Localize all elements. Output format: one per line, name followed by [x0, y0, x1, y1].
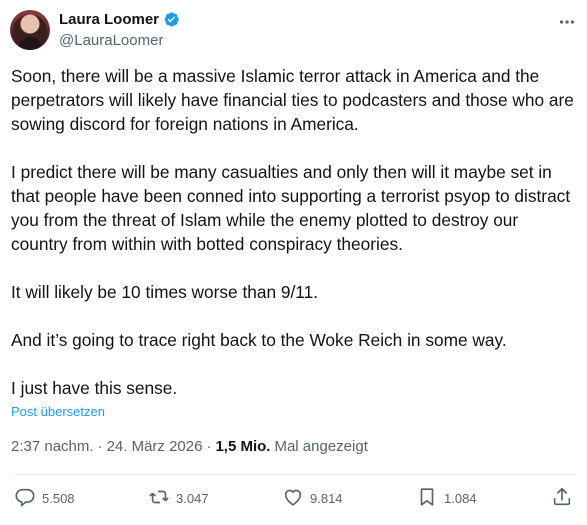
repost-count: 3.047 — [176, 491, 209, 506]
reply-button[interactable]: 5.508 — [14, 486, 75, 511]
tweet-header: Laura Loomer @LauraLoomer — [10, 10, 577, 52]
bookmark-button[interactable]: 1.084 — [416, 486, 477, 511]
repost-icon — [148, 486, 170, 511]
tweet-paragraph: I predict there will be many casualties … — [11, 162, 571, 254]
meta-separator: · — [97, 438, 103, 455]
tweet-paragraph: Soon, there will be a massive Islamic te… — [11, 66, 574, 134]
more-icon[interactable] — [557, 12, 577, 32]
like-icon — [282, 486, 304, 511]
meta-separator: · — [206, 438, 212, 455]
tweet-paragraph: And it’s going to trace right back to th… — [11, 330, 507, 350]
tweet-text: Soon, there will be a massive Islamic te… — [11, 64, 577, 400]
views-label: Mal angezeigt — [274, 438, 368, 455]
avatar[interactable] — [10, 10, 50, 50]
like-button[interactable]: 9.814 — [282, 486, 343, 511]
tweet-paragraph: I just have this sense. — [11, 378, 178, 398]
action-bar: 5.508 3.047 9.814 1.084 — [14, 486, 573, 512]
repost-button[interactable]: 3.047 — [148, 486, 209, 511]
author-handle[interactable]: @LauraLoomer — [59, 32, 163, 49]
translate-link[interactable]: Post übersetzen — [11, 404, 105, 419]
author-display-name[interactable]: Laura Loomer — [59, 11, 159, 28]
post-date[interactable]: 24. März 2026 — [107, 438, 203, 455]
post-time[interactable]: 2:37 nachm. — [11, 438, 94, 455]
divider — [11, 474, 576, 475]
like-count: 9.814 — [310, 491, 343, 506]
tweet-paragraph: It will likely be 10 times worse than 9/… — [11, 282, 319, 302]
tweet-meta: 2:37 nachm. · 24. März 2026 · 1,5 Mio. M… — [11, 438, 368, 455]
bookmark-icon — [416, 486, 438, 511]
bookmark-count: 1.084 — [444, 491, 477, 506]
share-icon — [551, 486, 573, 511]
views-count[interactable]: 1,5 Mio. — [215, 438, 270, 455]
reply-count: 5.508 — [42, 491, 75, 506]
verified-badge-icon[interactable] — [163, 11, 180, 28]
share-button[interactable] — [551, 486, 573, 511]
author-name-row: Laura Loomer — [59, 11, 180, 28]
reply-icon — [14, 486, 36, 511]
